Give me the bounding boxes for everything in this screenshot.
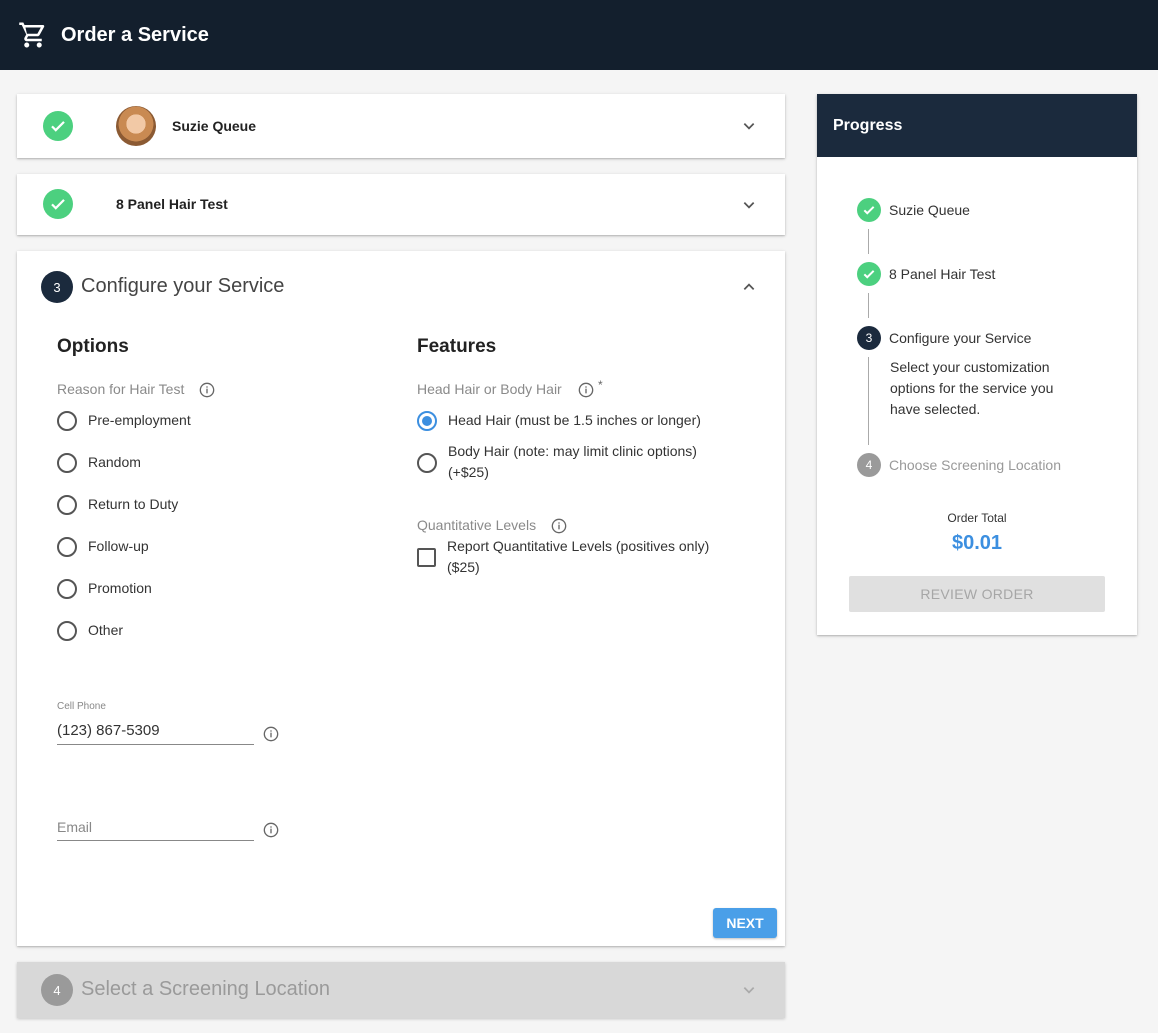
radio-label: Pre-employment	[88, 412, 191, 428]
check-icon	[857, 262, 881, 286]
step-title: Select a Screening Location	[81, 978, 331, 1000]
page-title: Order a Service	[61, 23, 209, 46]
info-icon[interactable]	[578, 382, 594, 398]
radio-label: Head Hair (must be 1.5 inches or longer)	[448, 412, 701, 428]
radio-button[interactable]	[57, 453, 77, 473]
radio-button[interactable]	[57, 537, 77, 557]
reason-label: Reason for Hair Test	[57, 381, 185, 397]
step-recipient[interactable]: Suzie Queue	[17, 94, 785, 158]
radio-random[interactable]: Random	[57, 453, 141, 473]
progress-connector	[868, 293, 869, 318]
progress-step-label: Suzie Queue	[889, 202, 970, 218]
progress-panel: Progress Suzie Queue 8 Panel Hair Test 3…	[817, 94, 1137, 635]
step-screening-location: 4 Select a Screening Location	[17, 962, 785, 1018]
progress-step-description: Select your customization options for th…	[890, 359, 1054, 417]
radio-promotion[interactable]: Promotion	[57, 579, 152, 599]
quantitative-label: Quantitative Levels	[417, 517, 537, 533]
cell-phone-value: (123) 867-5309	[57, 722, 160, 739]
check-icon	[43, 189, 73, 219]
radio-head-hair[interactable]: Head Hair (must be 1.5 inches or longer)	[417, 411, 738, 431]
recipient-name: Suzie Queue	[172, 118, 257, 134]
cell-phone-label: Cell Phone	[57, 701, 106, 712]
radio-other[interactable]: Other	[57, 621, 123, 641]
service-name: 8 Panel Hair Test	[116, 196, 228, 212]
shopping-cart-icon	[19, 22, 45, 48]
info-icon[interactable]	[199, 382, 215, 398]
step-title: Configure your Service	[81, 275, 285, 297]
info-icon[interactable]	[551, 518, 567, 534]
chevron-up-icon[interactable]	[742, 280, 756, 294]
step-number-badge: 3	[857, 326, 881, 350]
radio-label: Follow-up	[88, 538, 149, 554]
radio-label: Promotion	[88, 580, 152, 596]
cell-phone-field[interactable]: (123) 867-5309	[57, 722, 254, 745]
radio-button[interactable]	[57, 579, 77, 599]
order-total-label: Order Total	[947, 511, 1007, 525]
options-heading: Options	[57, 336, 129, 357]
radio-button[interactable]	[57, 621, 77, 641]
radio-pre-employment[interactable]: Pre-employment	[57, 411, 191, 431]
step-number-badge: 4	[41, 974, 73, 1006]
next-button[interactable]: NEXT	[713, 908, 777, 938]
step-configure-service: 3 Configure your Service Options Reason …	[17, 251, 785, 946]
checkbox[interactable]	[417, 548, 436, 567]
app-header: Order a Service	[0, 0, 1158, 70]
progress-step-label: Choose Screening Location	[889, 457, 1062, 473]
radio-body-hair[interactable]: Body Hair (note: may limit clinic option…	[417, 442, 738, 483]
radio-follow-up[interactable]: Follow-up	[57, 537, 149, 557]
radio-button-selected[interactable]	[417, 411, 437, 431]
review-order-button[interactable]: REVIEW ORDER	[849, 576, 1105, 612]
progress-connector	[868, 229, 869, 254]
step-number-badge: 4	[857, 453, 881, 477]
checkbox-label: Report Quantitative Levels (positives on…	[447, 538, 710, 575]
radio-button[interactable]	[417, 453, 437, 473]
check-icon	[43, 111, 73, 141]
progress-step-label: 8 Panel Hair Test	[889, 266, 996, 282]
chevron-down-icon[interactable]	[742, 119, 756, 133]
chevron-down-icon[interactable]	[742, 198, 756, 212]
required-mark: *	[598, 378, 603, 392]
radio-button[interactable]	[57, 495, 77, 515]
radio-label: Other	[88, 622, 124, 638]
progress-connector	[868, 357, 869, 445]
radio-button[interactable]	[57, 411, 77, 431]
email-field[interactable]: Email	[57, 819, 254, 841]
email-placeholder: Email	[57, 819, 93, 835]
info-icon[interactable]	[263, 822, 279, 838]
info-icon[interactable]	[263, 726, 279, 742]
chevron-down-icon	[743, 987, 755, 994]
avatar	[116, 106, 156, 146]
radio-label: Return to Duty	[88, 496, 179, 512]
step-number-badge: 3	[41, 271, 73, 303]
quantitative-checkbox-row[interactable]: Report Quantitative Levels (positives on…	[417, 537, 737, 578]
radio-label: Body Hair (note: may limit clinic option…	[448, 443, 697, 480]
hair-type-label: Head Hair or Body Hair	[417, 381, 562, 397]
radio-label: Random	[88, 454, 141, 470]
progress-step-label: Configure your Service	[889, 330, 1032, 346]
step-service[interactable]: 8 Panel Hair Test	[17, 174, 785, 235]
progress-title: Progress	[817, 94, 1137, 157]
check-icon	[857, 198, 881, 222]
order-total-value: $0.01	[951, 532, 1003, 554]
radio-return-to-duty[interactable]: Return to Duty	[57, 495, 178, 515]
features-heading: Features	[417, 336, 497, 357]
